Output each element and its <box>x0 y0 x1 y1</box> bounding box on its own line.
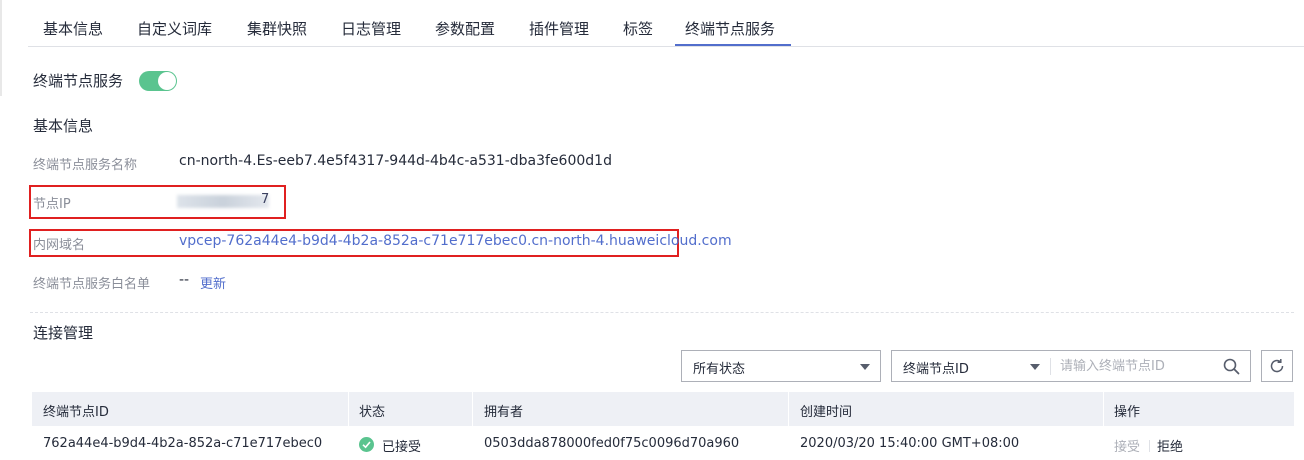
column-separator <box>348 392 349 426</box>
tab-tags[interactable]: 标签 <box>623 18 653 39</box>
search-divider <box>1050 358 1051 375</box>
column-separator <box>788 392 789 426</box>
service-name-value: cn-north-4.Es-eeb7.4e5f4317-944d-4b4c-a5… <box>179 153 612 169</box>
endpoint-search-box: 终端节点ID <box>891 350 1251 382</box>
action-separator <box>1149 440 1150 452</box>
whitelist-value: -- <box>179 272 190 288</box>
refresh-icon <box>1270 359 1284 373</box>
reject-action-link[interactable]: 拒绝 <box>1157 436 1183 455</box>
chevron-down-icon <box>1030 364 1040 370</box>
node-ip-visible-tail: 7 <box>261 192 270 207</box>
tab-parameter-config[interactable]: 参数配置 <box>435 18 495 39</box>
search-field-value: 终端节点ID <box>903 362 969 377</box>
service-name-label: 终端节点服务名称 <box>33 158 138 173</box>
column-header-created-time: 创建时间 <box>800 405 853 420</box>
owner-cell: 0503dda878000fed0f75c0096d70a960 <box>484 436 740 451</box>
refresh-button[interactable] <box>1261 350 1293 382</box>
node-ip-redacted <box>177 195 269 208</box>
chevron-down-icon <box>860 364 870 370</box>
status-filter-select[interactable]: 所有状态 <box>681 350 881 382</box>
created-time-cell: 2020/03/20 15:40:00 GMT+08:00 <box>800 436 1020 451</box>
tab-log-management[interactable]: 日志管理 <box>341 18 401 39</box>
column-separator <box>1103 392 1104 426</box>
left-edge-divider <box>0 0 2 96</box>
search-field-select[interactable]: 终端节点ID <box>892 351 1050 381</box>
tab-custom-dictionary[interactable]: 自定义词库 <box>137 18 212 39</box>
accept-action-disabled: 接受 <box>1114 440 1141 455</box>
tab-vpc-endpoint-service[interactable]: 终端节点服务 <box>685 18 775 39</box>
status-filter-value: 所有状态 <box>693 362 746 377</box>
tab-bar: 基本信息 自定义词库 集群快照 日志管理 参数配置 插件管理 标签 终端节点服务 <box>28 0 1304 47</box>
tab-plugin-management[interactable]: 插件管理 <box>529 18 589 39</box>
tab-cluster-snapshot[interactable]: 集群快照 <box>247 18 307 39</box>
column-header-owner: 拥有者 <box>484 405 524 420</box>
column-separator <box>472 392 473 426</box>
search-icon[interactable] <box>1223 358 1240 375</box>
tab-basic-info[interactable]: 基本信息 <box>43 18 103 39</box>
service-toggle-label: 终端节点服务 <box>33 72 124 90</box>
section-divider <box>30 312 1294 313</box>
basic-info-title: 基本信息 <box>33 117 94 135</box>
connection-management-title: 连接管理 <box>33 324 94 342</box>
column-header-actions: 操作 <box>1114 405 1141 420</box>
table-row: 762a44e4-b9d4-4b2a-852a-c71e717ebec0 已接受… <box>32 426 1294 460</box>
check-circle-icon <box>359 437 374 452</box>
whitelist-update-link[interactable]: 更新 <box>200 273 226 292</box>
toggle-knob <box>158 72 176 90</box>
private-domain-link[interactable]: vpcep-762a44e4-b9d4-4b2a-852a-c71e717ebe… <box>179 233 732 249</box>
column-header-status: 状态 <box>359 405 386 420</box>
endpoint-id-cell: 762a44e4-b9d4-4b2a-852a-c71e717ebec0 <box>43 436 323 451</box>
service-toggle-switch[interactable] <box>139 71 177 91</box>
status-cell: 已接受 <box>382 440 422 455</box>
whitelist-label: 终端节点服务白名单 <box>33 277 151 292</box>
node-ip-label: 节点IP <box>33 197 71 212</box>
table-header: 终端节点ID 状态 拥有者 创建时间 操作 <box>32 392 1294 426</box>
private-domain-label: 内网域名 <box>33 238 86 253</box>
search-input[interactable] <box>1060 355 1210 377</box>
column-header-endpoint-id: 终端节点ID <box>43 405 109 420</box>
active-tab-indicator <box>675 44 791 46</box>
